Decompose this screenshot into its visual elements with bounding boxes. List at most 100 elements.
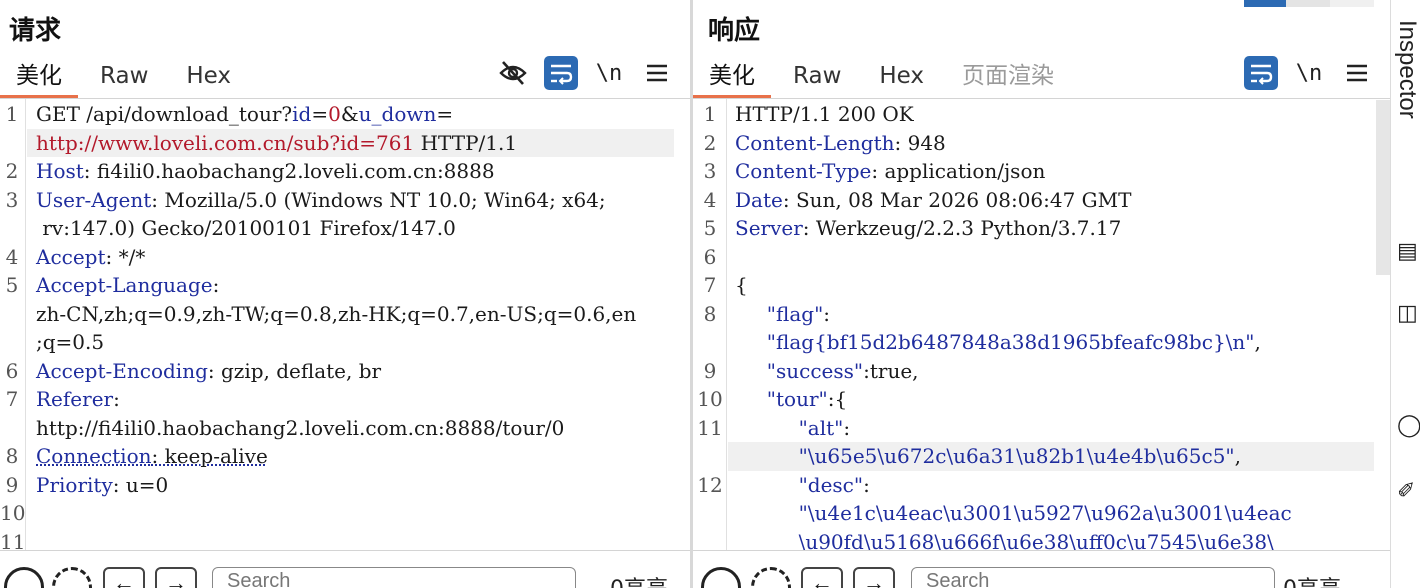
layout-option[interactable] [1330, 0, 1374, 7]
code-token: ;q=0.5 [36, 330, 105, 354]
code-token: : [863, 472, 870, 497]
line-text: Accept-Encoding: gzip, deflate, br [36, 357, 381, 386]
code-line[interactable]: "flag{bf15d2b6487848a38d1965bfeafc98bc}\… [693, 328, 1390, 357]
code-line[interactable]: 1 GET /api/download_tour?id=0&u_down= [0, 100, 690, 129]
code-line[interactable]: 10 "tour":{ [693, 385, 1390, 414]
code-line[interactable]: 5 Server: Werkzeug/2.2.3 Python/3.7.17 [693, 214, 1390, 243]
code-token: GET /api/download_tour? [36, 102, 293, 126]
search-input[interactable]: Search [911, 567, 1275, 588]
code-line[interactable]: 1 HTTP/1.1 200 OK [693, 100, 1390, 129]
code-line[interactable]: 8 Connection: keep-alive [0, 442, 690, 471]
code-line[interactable]: rv:147.0) Gecko/20100101 Firefox/147.0 [0, 214, 690, 243]
tab-raw[interactable]: Raw [84, 58, 164, 98]
code-token: : Sun, 08 Mar 2026 08:06:47 GMT [782, 187, 1132, 212]
highlight-count: 0高亮 [1283, 571, 1341, 588]
code-line[interactable]: http://www.loveli.com.cn/sub?id=761 HTTP… [0, 128, 690, 157]
tab-raw[interactable]: Raw [777, 58, 857, 98]
line-text: GET /api/download_tour?id=0&u_down= [36, 100, 453, 129]
forward-arrow-icon[interactable]: → [155, 567, 197, 588]
line-text: Server: Werkzeug/2.2.3 Python/3.7.17 [735, 214, 1121, 243]
code-line[interactable]: zh-CN,zh;q=0.9,zh-TW;q=0.8,zh-HK;q=0.7,e… [0, 300, 690, 329]
code-line[interactable]: 3 Content-Type: application/json [693, 157, 1390, 186]
newline-toggle[interactable]: \n [592, 56, 626, 90]
line-text: Content-Length: 948 [735, 129, 946, 158]
code-line[interactable]: 6 Accept-Encoding: gzip, deflate, br [0, 357, 690, 386]
code-line[interactable]: ;q=0.5 [0, 328, 690, 357]
line-number: 4 [5, 244, 19, 269]
line-number: 2 [703, 130, 717, 155]
code-token: : application/json [871, 159, 1046, 183]
back-arrow-icon[interactable]: ← [801, 567, 843, 588]
gear-icon[interactable] [52, 567, 92, 588]
layout-switcher[interactable] [1244, 0, 1374, 7]
tab-hex[interactable]: Hex [863, 58, 940, 98]
line-number: 10 [697, 387, 723, 411]
search-input[interactable]: Search [212, 567, 576, 588]
inspector-sidebar[interactable]: Inspector ▤ ◫ ◯ ✐ [1390, 0, 1420, 588]
code-line[interactable]: 8 "flag": [693, 300, 1390, 329]
code-line[interactable]: "\u65e5\u672c\u6a31\u82b1\u4e4b\u65c5", [693, 442, 1390, 471]
line-text: "flag{bf15d2b6487848a38d1965bfeafc98bc}\… [735, 328, 1261, 357]
scrollbar[interactable] [1376, 100, 1390, 275]
line-text: "\u65e5\u672c\u6a31\u82b1\u4e4b\u65c5", [735, 442, 1241, 471]
help-icon[interactable] [4, 567, 44, 588]
code-token: http://fi4ili0.haobachang2.loveli.com.cn… [36, 415, 565, 440]
code-token: : fi4ili0.haobachang2.loveli.com.cn:8888 [83, 159, 495, 183]
wrap-icon[interactable] [1244, 56, 1278, 90]
forward-arrow-icon[interactable]: → [853, 567, 895, 588]
code-line[interactable]: 12 "desc": [693, 471, 1390, 500]
code-token: Content-Length [735, 130, 895, 155]
gear-icon[interactable] [751, 567, 791, 588]
code-line[interactable]: 2 Host: fi4ili0.haobachang2.loveli.com.cn… [0, 157, 690, 186]
code-token: : [113, 387, 120, 411]
code-token: Connection [36, 444, 152, 468]
code-line[interactable]: 5 Accept-Language: [0, 271, 690, 300]
brush-icon[interactable]: ✐ [1397, 478, 1415, 504]
code-line[interactable]: 2 Content-Length: 948 [693, 129, 1390, 158]
wrap-icon[interactable] [544, 56, 578, 90]
code-line[interactable]: 9 "success":true, [693, 357, 1390, 386]
response-editor[interactable]: 1 HTTP/1.1 200 OK 2 Content-Length: 948 3 Con… [693, 100, 1390, 556]
line-text: http://fi4ili0.haobachang2.loveli.com.cn… [36, 414, 564, 443]
tab-hex[interactable]: Hex [170, 58, 247, 98]
code-line[interactable]: 7{ [693, 271, 1390, 300]
lightbulb-icon[interactable]: ◯ [1397, 412, 1420, 438]
menu-icon[interactable] [1340, 56, 1374, 90]
line-number: 12 [697, 472, 723, 497]
newline-toggle[interactable]: \n [1292, 56, 1326, 90]
code-token: Content-Type [735, 159, 872, 183]
layout-option[interactable] [1286, 0, 1330, 7]
tab-render[interactable]: 页面渲染 [946, 58, 1070, 98]
code-token: 0 [328, 102, 341, 126]
code-line[interactable]: 9 Priority: u=0 [0, 471, 690, 500]
request-editor[interactable]: 1 GET /api/download_tour?id=0&u_down= http… [0, 100, 690, 556]
layout-icon[interactable]: ◫ [1397, 300, 1418, 326]
layout-option-active[interactable] [1244, 0, 1286, 7]
code-line[interactable]: 4 Accept: */* [0, 243, 690, 272]
eye-off-icon[interactable] [496, 56, 530, 90]
help-icon[interactable] [701, 567, 741, 588]
line-text: "flag": [735, 300, 830, 329]
inspector-label[interactable]: Inspector [1393, 20, 1420, 119]
tab-pretty[interactable]: 美化 [693, 58, 771, 98]
notes-icon[interactable]: ▤ [1397, 238, 1418, 264]
code-token: = [436, 102, 454, 126]
code-token: Referer [36, 387, 114, 411]
request-bottom-bar: ← → Search 0高亮 [0, 550, 690, 588]
tab-pretty[interactable]: 美化 [0, 58, 78, 98]
menu-icon[interactable] [640, 56, 674, 90]
line-number: 11 [697, 415, 723, 440]
code-line[interactable]: http://fi4ili0.haobachang2.loveli.com.cn… [0, 414, 690, 443]
code-line[interactable]: "\u4e1c\u4eac\u3001\u5927\u962a\u3001\u4… [693, 499, 1390, 528]
code-line[interactable]: 11 "alt": [693, 414, 1390, 443]
code-line[interactable]: 10 [0, 499, 690, 528]
back-arrow-icon[interactable]: ← [103, 567, 145, 588]
code-line[interactable]: 7 Referer: [0, 385, 690, 414]
line-text: Connection: keep-alive [36, 442, 268, 471]
code-line[interactable]: 4 Date: Sun, 08 Mar 2026 08:06:47 GMT [693, 186, 1390, 215]
code-token: : [212, 273, 220, 297]
code-line[interactable]: 3 User-Agent: Mozilla/5.0 (Windows NT 10.… [0, 186, 690, 215]
code-line[interactable]: 6 [693, 243, 1390, 272]
